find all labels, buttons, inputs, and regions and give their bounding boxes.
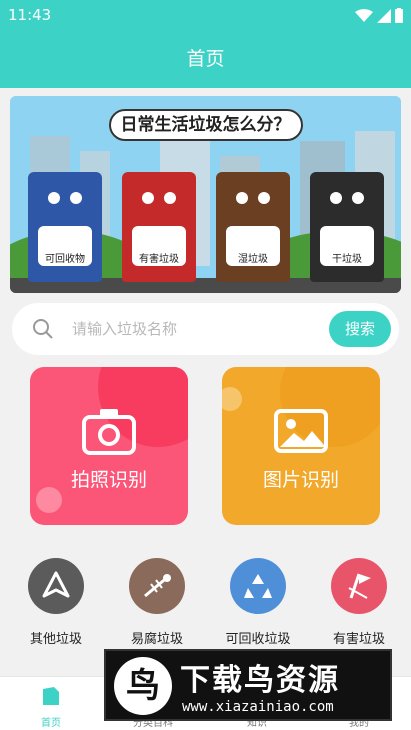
image-recognition-card[interactable]: 图片识别 — [222, 367, 380, 525]
bin-hazardous: 有害垃圾 — [122, 172, 196, 282]
bin-label-wet: 湿垃圾 — [226, 226, 280, 266]
bin-label-recyclable: 可回收物 — [38, 226, 92, 266]
category-hazardous-waste[interactable]: 有害垃圾 — [319, 558, 399, 647]
search-button[interactable]: 搜索 — [329, 311, 391, 347]
status-time: 11:43 — [8, 6, 52, 24]
category-label: 其他垃圾 — [29, 632, 82, 647]
category-icon-bg — [331, 558, 387, 614]
status-icons — [355, 8, 403, 23]
other-waste-icon — [42, 571, 70, 598]
battery-icon — [395, 8, 403, 23]
status-bar: 11:43 — [8, 6, 403, 26]
hazard-icon — [348, 573, 371, 599]
watermark-title: 下载鸟资源 — [180, 663, 340, 698]
category-label: 有害垃圾 — [332, 632, 385, 647]
category-recyclable-waste[interactable]: 可回收垃圾 — [218, 558, 298, 647]
category-perishable-waste[interactable]: 易腐垃圾 — [117, 558, 197, 647]
search-bar: 搜索 — [12, 303, 399, 355]
photo-recognition-label: 拍照识别 — [70, 469, 147, 491]
image-recognition-label: 图片识别 — [262, 469, 339, 491]
bin-recyclable: 可回收物 — [28, 172, 102, 282]
camera-icon — [82, 409, 136, 455]
category-icon-bg — [28, 558, 84, 614]
category-other-waste[interactable]: 其他垃圾 — [16, 558, 96, 647]
fish-bone-icon — [144, 574, 171, 598]
banner-heading-text: 日常生活垃圾怎么分？ — [108, 109, 303, 141]
bin-wet: 湿垃圾 — [216, 172, 290, 282]
watermark-url: www.xiazainiao.com — [182, 699, 334, 715]
banner-heading: 日常生活垃圾怎么分？ — [10, 109, 401, 141]
recycle-icon — [244, 574, 272, 598]
watermark-logo: 鸟 — [114, 657, 172, 715]
category-label: 易腐垃圾 — [130, 632, 183, 647]
search-icon — [33, 319, 53, 339]
signal-icon — [377, 8, 391, 23]
app-header: 11:43 首页 — [0, 0, 411, 88]
bin-label-dry: 干垃圾 — [320, 226, 374, 266]
bin-label-hazardous: 有害垃圾 — [132, 226, 186, 266]
wifi-icon — [355, 8, 373, 22]
category-icon-bg — [129, 558, 185, 614]
search-input[interactable] — [72, 316, 312, 342]
category-label: 可回收垃圾 — [225, 632, 291, 647]
category-row: 其他垃圾 易腐垃圾 可回收垃圾 有害垃圾 — [0, 558, 411, 648]
page-title: 首页 — [186, 48, 225, 70]
home-icon — [43, 687, 59, 705]
banner[interactable]: 日常生活垃圾怎么分？ 可回收物 有害垃圾 湿垃圾 干垃圾 — [10, 96, 401, 293]
photo-recognition-card[interactable]: 拍照识别 — [30, 367, 188, 525]
card-decoration — [222, 387, 242, 411]
category-icon-bg — [230, 558, 286, 614]
watermark: 鸟 下载鸟资源 www.xiazainiao.com — [104, 649, 392, 721]
bin-dry: 干垃圾 — [310, 172, 384, 282]
tab-label: 首页 — [41, 718, 61, 729]
image-icon — [274, 409, 328, 453]
tab-home[interactable]: 首页 — [16, 685, 86, 729]
